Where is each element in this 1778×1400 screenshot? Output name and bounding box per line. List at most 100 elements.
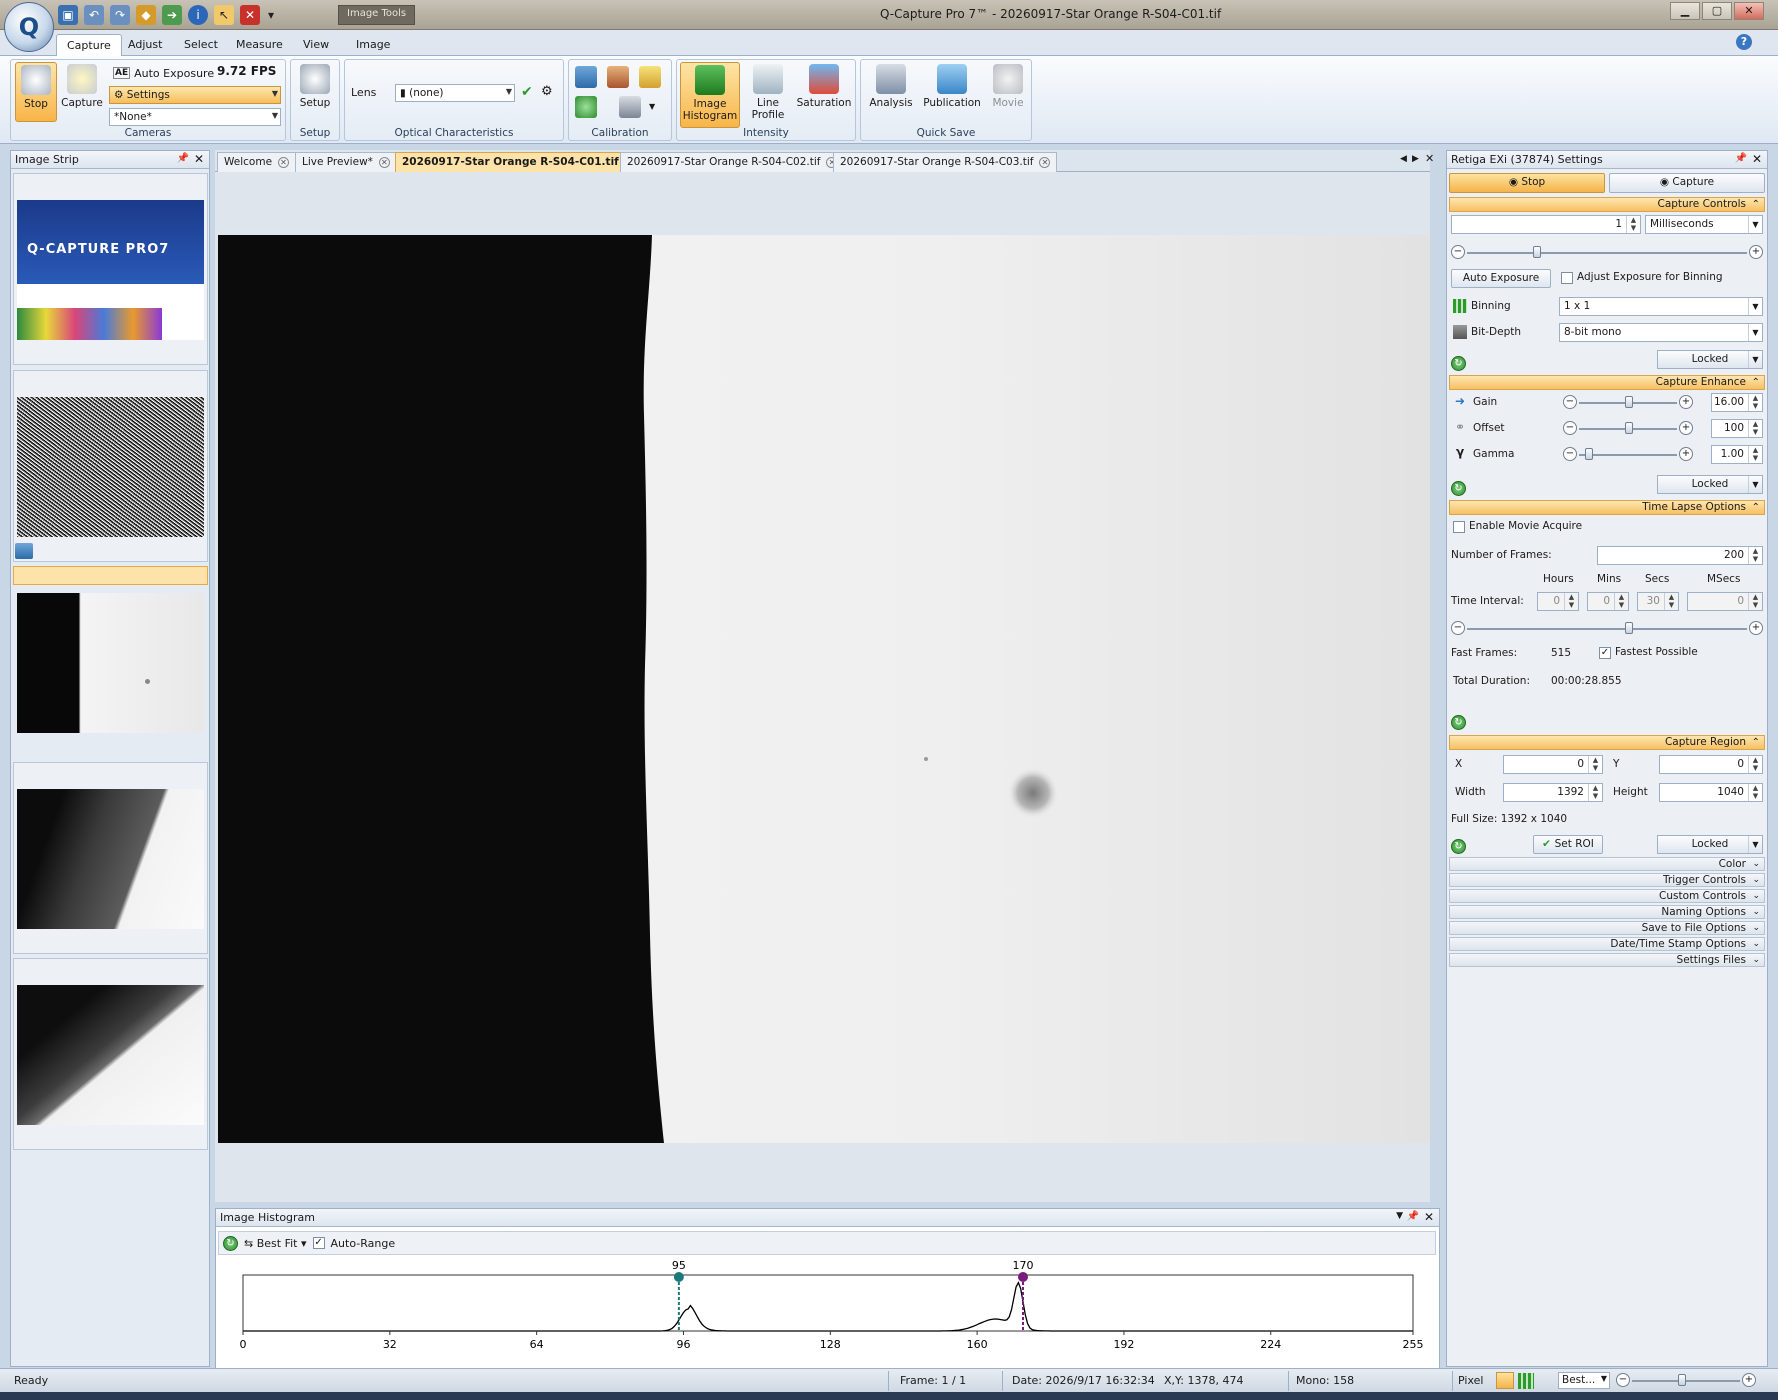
delete-icon[interactable]: ✕ [240, 5, 260, 25]
help-icon[interactable]: ? [1736, 34, 1752, 50]
thumbnail-live-preview[interactable] [13, 370, 208, 562]
interval-slider[interactable]: − + [1451, 621, 1763, 637]
plus-icon[interactable]: + [1679, 395, 1693, 409]
slider-thumb[interactable] [1533, 246, 1541, 258]
frames-input[interactable]: 200 ▲ ▼ [1597, 546, 1763, 565]
apply-check-icon[interactable]: ✔ [521, 84, 533, 100]
chevron-down-icon[interactable]: ▼ [1396, 1211, 1403, 1221]
pointer-icon[interactable]: ↖ [214, 5, 234, 25]
slider-thumb[interactable] [1625, 422, 1633, 434]
capture-image-button[interactable]: ◉ Capture [1609, 173, 1765, 193]
minus-icon[interactable]: − [1616, 1373, 1630, 1387]
naming-options-header[interactable]: Naming Options ⌄ [1449, 905, 1765, 919]
stop-button[interactable]: Stop [15, 62, 57, 122]
close-icon[interactable]: ✕ [1752, 152, 1762, 166]
width-input[interactable]: 1392 ▲ ▼ [1503, 783, 1603, 802]
thumbnail-welcome[interactable]: Q-CAPTURE PRO7 [13, 173, 208, 365]
high-marker-handle[interactable] [1018, 1272, 1028, 1282]
spinner-icon[interactable]: ▲ ▼ [1748, 784, 1762, 801]
auto-range-checkbox[interactable]: ✓ [312, 1237, 325, 1249]
qat-customize-icon[interactable]: ▾ [266, 5, 276, 25]
settings-files-header[interactable]: Settings Files ⌄ [1449, 953, 1765, 967]
pin-icon[interactable]: 📌 [1407, 1211, 1419, 1222]
settings-dropdown[interactable]: ⚙ Settings ▼ [109, 86, 281, 104]
slider-thumb[interactable] [1678, 1374, 1686, 1386]
image-histogram-button[interactable]: Image Histogram [680, 62, 740, 128]
setup-button[interactable]: Setup [294, 62, 336, 122]
spinner-icon[interactable]: ▲ ▼ [1748, 446, 1762, 463]
mins-input[interactable]: 0 ▲ ▼ [1587, 592, 1629, 611]
spinner-icon[interactable]: ▲ ▼ [1588, 756, 1602, 773]
hours-input[interactable]: 0 ▲ ▼ [1537, 592, 1579, 611]
plus-icon[interactable]: + [1679, 421, 1693, 435]
spinner-icon[interactable]: ▲ ▼ [1748, 394, 1762, 411]
exposure-input[interactable]: 1 ▲ ▼ [1451, 215, 1641, 234]
enable-movie-checkbox[interactable] [1453, 521, 1465, 533]
best-fit-dropdown[interactable]: ⇆ Best Fit ▾ [244, 1237, 307, 1250]
tab-view[interactable]: View [293, 34, 339, 56]
chevron-down-icon[interactable]: ▼ [649, 102, 655, 111]
tab-scroll-right-icon[interactable]: ▶ [1412, 154, 1419, 164]
calibrate-camera-icon[interactable] [575, 66, 597, 88]
save-icon[interactable]: ▣ [58, 5, 78, 25]
gain-slider[interactable]: − + [1563, 395, 1693, 411]
locked-select[interactable]: Locked ▼ [1657, 835, 1763, 854]
fit-view-icon[interactable] [1496, 1372, 1514, 1389]
capture-controls-header[interactable]: Capture Controls ⌃ [1449, 197, 1765, 212]
lens-dropdown[interactable]: ▮ (none) ▼ [395, 84, 515, 102]
doc-tab-live-preview[interactable]: Live Preview* ✕ [295, 152, 397, 172]
grid-view-icon[interactable] [1518, 1373, 1534, 1389]
publication-button[interactable]: Publication [921, 62, 983, 122]
refresh-icon[interactable]: ↻ [223, 1235, 238, 1251]
maximize-button[interactable]: ▢ [1702, 2, 1732, 20]
plus-icon[interactable]: + [1749, 621, 1763, 635]
tag-icon[interactable]: ◆ [136, 5, 156, 25]
minus-icon[interactable]: − [1451, 245, 1465, 259]
pin-icon[interactable]: 📌 [1735, 153, 1747, 164]
save-to-file-header[interactable]: Save to File Options ⌄ [1449, 921, 1765, 935]
low-marker-handle[interactable] [673, 1272, 684, 1282]
refresh-icon[interactable]: ↻ [1451, 715, 1466, 730]
zoom-slider[interactable]: − + [1616, 1373, 1756, 1389]
custom-controls-header[interactable]: Custom Controls ⌄ [1449, 889, 1765, 903]
msecs-input[interactable]: 0 ▲ ▼ [1687, 592, 1763, 611]
auto-exposure-button-panel[interactable]: Auto Exposure [1451, 269, 1551, 288]
tab-image[interactable]: Image [346, 34, 400, 56]
gamma-input[interactable]: 1.00 ▲ ▼ [1711, 445, 1763, 464]
slider-thumb[interactable] [1625, 396, 1633, 408]
set-roi-button[interactable]: ✔ Set ROI [1533, 835, 1603, 854]
secs-input[interactable]: 30 ▲ ▼ [1637, 592, 1679, 611]
plus-icon[interactable]: + [1679, 447, 1693, 461]
doc-tab-c01[interactable]: 20260917-Star Orange R-S04-C01.tif✕ [395, 152, 643, 172]
exposure-unit-select[interactable]: Milliseconds ▼ [1645, 215, 1763, 234]
thumbnail-c02[interactable] [13, 762, 208, 954]
info-icon[interactable]: i [188, 5, 208, 25]
locked-select[interactable]: Locked ▼ [1657, 475, 1763, 494]
refresh-icon[interactable]: ↻ [1451, 356, 1466, 371]
spinner-icon[interactable]: ▲ ▼ [1614, 593, 1628, 610]
refresh-calibration-icon[interactable] [575, 96, 597, 118]
exposure-slider[interactable]: − + [1451, 245, 1763, 261]
movie-button[interactable]: Movie [987, 62, 1029, 122]
export-icon[interactable]: ➔ [162, 5, 182, 25]
stop-capture-button[interactable]: ◉ Stop [1449, 173, 1605, 193]
spinner-icon[interactable]: ▲ ▼ [1748, 547, 1762, 564]
spinner-icon[interactable]: ▲ ▼ [1664, 593, 1678, 610]
close-icon[interactable]: ✕ [1425, 152, 1434, 165]
minus-icon[interactable]: − [1563, 421, 1577, 435]
capture-enhance-header[interactable]: Capture Enhance ⌃ [1449, 375, 1765, 390]
adjust-binning-checkbox[interactable] [1561, 272, 1573, 284]
minus-icon[interactable]: − [1563, 447, 1577, 461]
doc-tab-c02[interactable]: 20260917-Star Orange R-S04-C02.tif ✕ [620, 152, 845, 172]
refresh-icon[interactable]: ↻ [1451, 839, 1466, 854]
analysis-button[interactable]: Analysis [865, 62, 917, 122]
minimize-button[interactable]: ▁ [1670, 2, 1700, 20]
spinner-icon[interactable]: ▲ ▼ [1748, 420, 1762, 437]
height-input[interactable]: 1040 ▲ ▼ [1659, 783, 1763, 802]
tab-measure[interactable]: Measure [226, 34, 293, 56]
line-profile-button[interactable]: Line Profile [745, 62, 791, 128]
slider-thumb[interactable] [1625, 622, 1633, 634]
plus-icon[interactable]: + [1742, 1373, 1756, 1387]
refresh-icon[interactable]: ↻ [1451, 481, 1466, 496]
close-icon[interactable]: ✕ [1039, 157, 1051, 168]
